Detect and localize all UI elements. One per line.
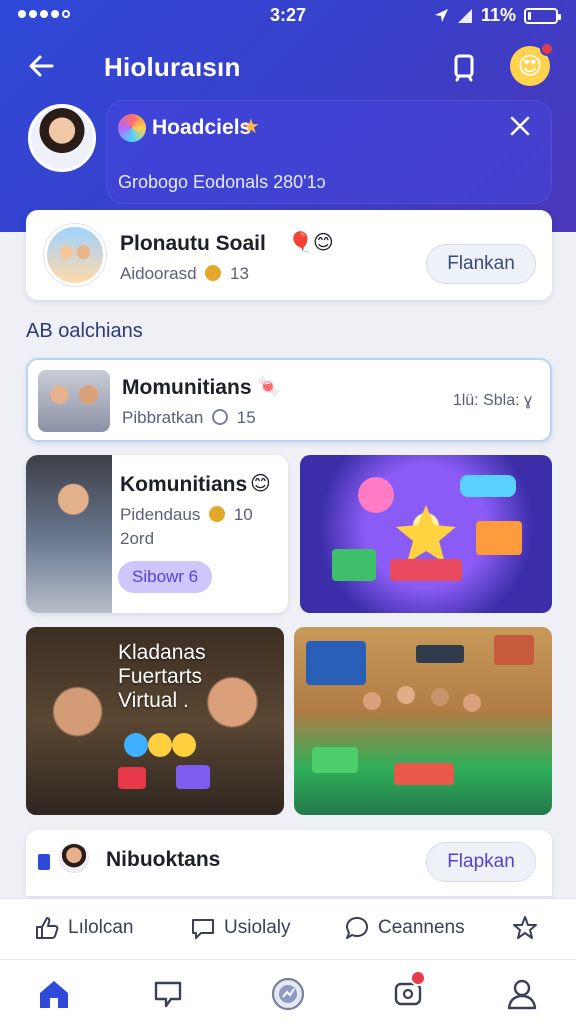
home-icon: [40, 981, 68, 1008]
nav-notifications[interactable]: [388, 970, 428, 1014]
nav-home[interactable]: [34, 974, 74, 1014]
community-right-meta: 1lü: Sbla: ɣ: [452, 392, 532, 409]
clock-icon: [212, 409, 229, 425]
tile-community-meta-line2: 2ord: [120, 529, 155, 548]
like-label: Lılolcan: [68, 917, 134, 938]
nav-messages[interactable]: [148, 974, 188, 1014]
comment-icon: [346, 917, 368, 939]
page-title: Hioluraısın: [104, 52, 241, 82]
tile-community-meta-label: Pidendaus: [120, 505, 201, 524]
virtual-tile[interactable]: Kladanas Fuertarts Virtual .: [26, 627, 284, 815]
heart-emoji-icon: 🎈😊: [288, 232, 334, 254]
virtual-tile-line1: Kladanas: [118, 641, 206, 664]
lounge-tile[interactable]: [294, 627, 552, 815]
coin-icon: [209, 506, 226, 522]
arrow-left-icon: [29, 55, 54, 77]
wifi-icon: [457, 8, 472, 23]
battery-level: [528, 11, 531, 20]
community-meta-count: 15: [236, 408, 256, 427]
profile-avatar[interactable]: [28, 104, 96, 172]
close-icon: [510, 116, 530, 136]
explore-icon: [271, 977, 305, 1011]
community-tile-photo: [26, 455, 112, 613]
status-bar: 3:27 11%: [0, 0, 576, 34]
close-button[interactable]: [506, 112, 534, 146]
chat-action[interactable]: Usiolaly: [190, 915, 291, 941]
community-thumbnail: [38, 370, 110, 432]
highlight-card[interactable]: Hoadciels ★ Grobogo Eodonals 280'1ɔ: [106, 100, 552, 204]
community-meta: Pibbratkan 15: [122, 408, 256, 428]
smiley-icon: 😍: [517, 52, 543, 80]
thumbs-up-icon: [36, 917, 59, 939]
chat-icon: [192, 919, 214, 939]
notification-badge: [410, 970, 426, 986]
section-title: AB oalchians: [26, 320, 143, 342]
game-tile[interactable]: [300, 455, 552, 613]
community-tile[interactable]: Komunitians 😊 Pidendaus 10 2ord Sibowr 6: [26, 455, 288, 613]
device-button[interactable]: [448, 50, 480, 82]
nav-explore[interactable]: [268, 974, 308, 1014]
action-bar: Lılolcan Usiolaly Ceannens: [0, 898, 576, 960]
highlight-title: Hoadciels: [152, 116, 252, 139]
tile-community-title: Komunitians: [120, 473, 248, 496]
feature-meta-count: 13: [230, 264, 249, 283]
star-icon: [513, 916, 537, 939]
back-button[interactable]: [26, 50, 58, 82]
virtual-tile-line3: Virtual .: [118, 689, 189, 712]
favorite-action[interactable]: [512, 915, 538, 941]
profile-icon: [507, 979, 537, 1010]
feature-title: Plonautu Soail: [120, 232, 266, 255]
notification-dot: [540, 42, 554, 56]
message-icon: [154, 981, 182, 1008]
community-title: Momunitians: [122, 376, 252, 399]
battery-percent: 11%: [480, 5, 516, 25]
feature-action-button[interactable]: Flankan: [426, 244, 536, 284]
tile-community-badge-button[interactable]: Sibowr 6: [118, 561, 213, 593]
tile-community-meta: Pidendaus 10: [120, 505, 253, 525]
feature-card[interactable]: Plonautu Soail 🎈😊 Aidoorasd 13 Flankan: [26, 210, 552, 300]
comment-label: Ceannens: [378, 917, 465, 938]
feature-meta-label: Aidoorasd: [120, 264, 197, 283]
app-header: Hioluraısın 😍: [0, 42, 576, 90]
last-card-action-button[interactable]: Flapkan: [426, 842, 536, 882]
coin-icon: [205, 265, 222, 281]
battery-icon: [524, 7, 561, 24]
star-icon: ★: [242, 116, 260, 138]
tile-community-meta-count: 10: [233, 505, 253, 524]
nav-profile[interactable]: [502, 974, 542, 1014]
bookmark-icon: [38, 854, 50, 870]
virtual-tile-line2: Fuertarts: [118, 665, 203, 688]
like-action[interactable]: Lılolcan: [34, 915, 134, 941]
lounge-illustration: [306, 635, 534, 785]
colorful-orb-icon: [118, 114, 146, 142]
bottom-navigation: [0, 960, 576, 1024]
last-card[interactable]: Nibuoktans Flapkan: [26, 830, 552, 896]
location-icon: [434, 8, 448, 22]
comment-action[interactable]: Ceannens: [344, 915, 465, 941]
device-icon: [454, 54, 474, 82]
user-thumbnail: [60, 844, 88, 872]
candy-emoji-icon: 🍬: [256, 376, 281, 398]
game-illustration: [332, 475, 522, 581]
community-card[interactable]: Momunitians 🍬 Pibbratkan 15 1lü: Sbla: ɣ: [26, 358, 552, 442]
smiley-emoji-icon: 😊: [250, 473, 271, 495]
feature-meta: Aidoorasd 13: [120, 264, 249, 284]
highlight-meta: Grobogo Eodonals 280'1ɔ: [118, 172, 326, 192]
last-card-title: Nibuoktans: [106, 848, 221, 871]
community-meta-label: Pibbratkan: [122, 408, 204, 427]
group-thumbnail: [44, 224, 106, 286]
chat-label: Usiolaly: [224, 917, 291, 938]
